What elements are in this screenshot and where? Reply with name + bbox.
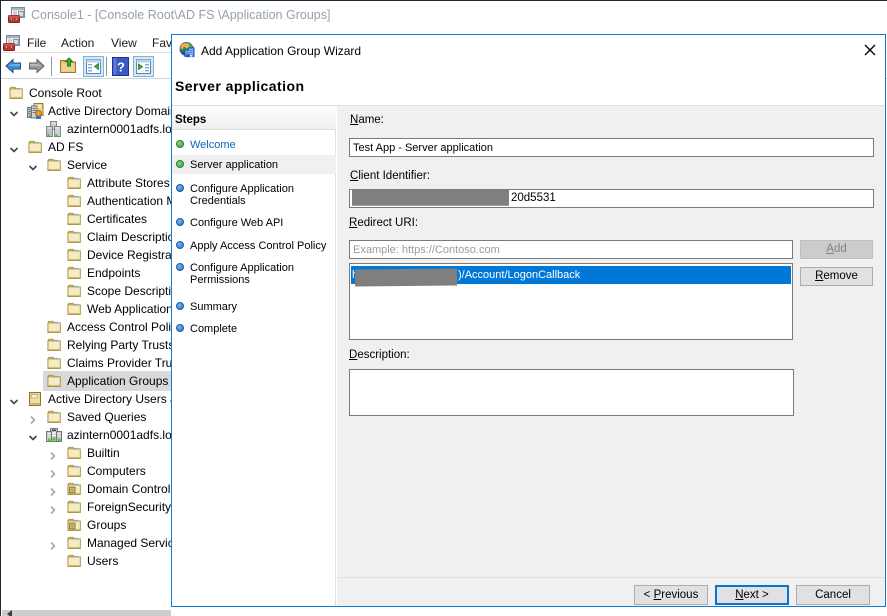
svg-text:?: ? bbox=[117, 60, 125, 75]
